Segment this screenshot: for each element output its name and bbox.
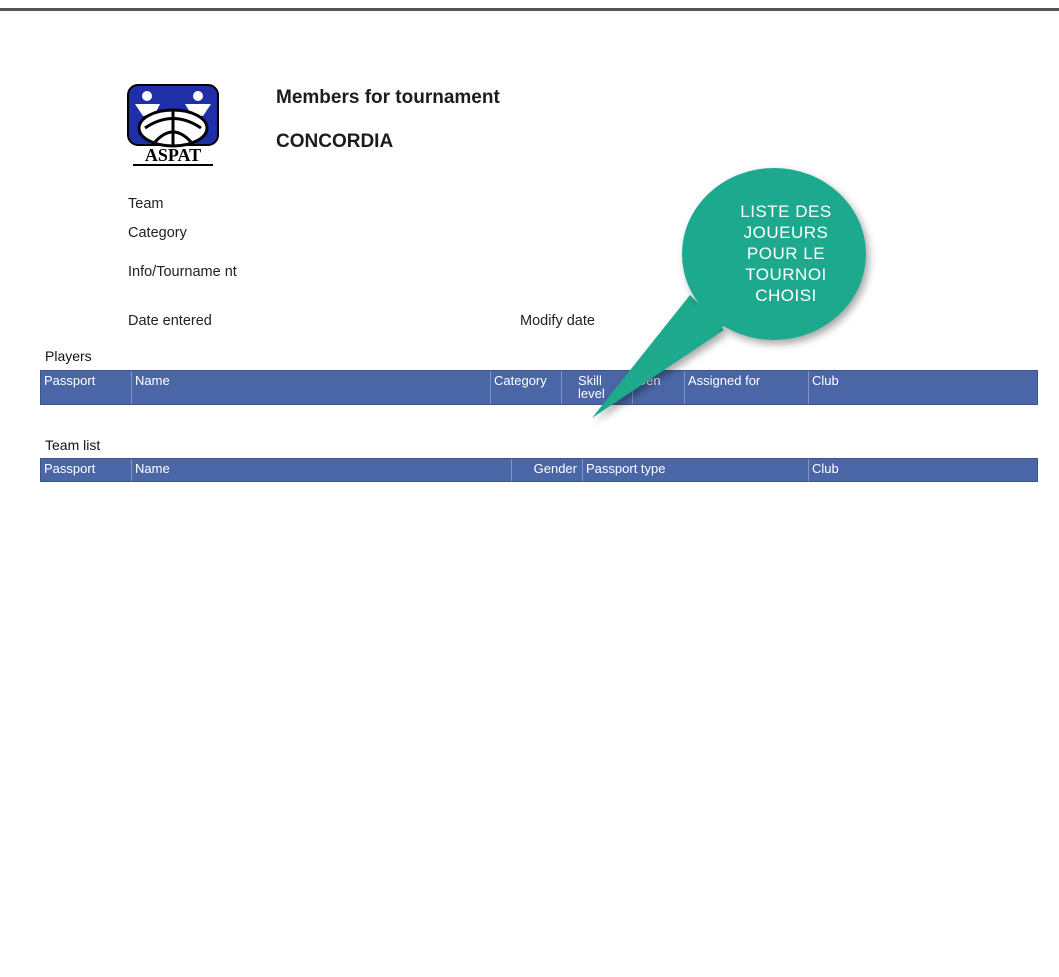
players-col-assigned-for[interactable]: Assigned for (685, 371, 809, 404)
team-list-col-gender[interactable]: Gender (512, 459, 583, 481)
info-tournament-label: Info/Tourname nt (128, 264, 237, 280)
callout-line: TOURNOI (745, 265, 827, 284)
team-list-col-club[interactable]: Club (809, 459, 1037, 481)
aspat-logo: ASPAT (127, 84, 219, 166)
team-list-col-passport-type[interactable]: Passport type (583, 459, 809, 481)
players-table-header: Passport Name Category Skill level Gen A… (40, 370, 1038, 405)
category-label: Category (128, 225, 187, 241)
team-label: Team (128, 196, 164, 212)
players-col-skill-level[interactable]: Skill level (562, 371, 633, 404)
players-col-passport[interactable]: Passport (41, 371, 132, 404)
callout-line: JOUEURS (743, 223, 829, 242)
svg-text:ASPAT: ASPAT (145, 145, 201, 165)
players-heading: Players (45, 348, 92, 364)
callout-line: POUR LE (746, 244, 826, 263)
top-rule (0, 8, 1059, 11)
callout-text: LISTE DES JOUEURS POUR LE TOURNOI CHOISI (700, 201, 872, 306)
date-entered-label: Date entered (128, 313, 212, 329)
tournament-name: CONCORDIA (276, 131, 394, 152)
callout-line: LISTE DES (740, 202, 832, 221)
players-col-gender[interactable]: Gen (633, 371, 685, 404)
modify-date-label: Modify date (520, 313, 595, 329)
players-col-category[interactable]: Category (491, 371, 562, 404)
team-list-heading: Team list (45, 437, 101, 453)
callout-line: CHOISI (755, 286, 817, 305)
report-title: Members for tournament (276, 87, 500, 108)
players-col-club[interactable]: Club (809, 371, 1037, 404)
team-list-col-passport[interactable]: Passport (41, 459, 132, 481)
players-col-name[interactable]: Name (132, 371, 491, 404)
team-list-col-name[interactable]: Name (132, 459, 512, 481)
team-list-table-header: Passport Name Gender Passport type Club (40, 458, 1038, 482)
